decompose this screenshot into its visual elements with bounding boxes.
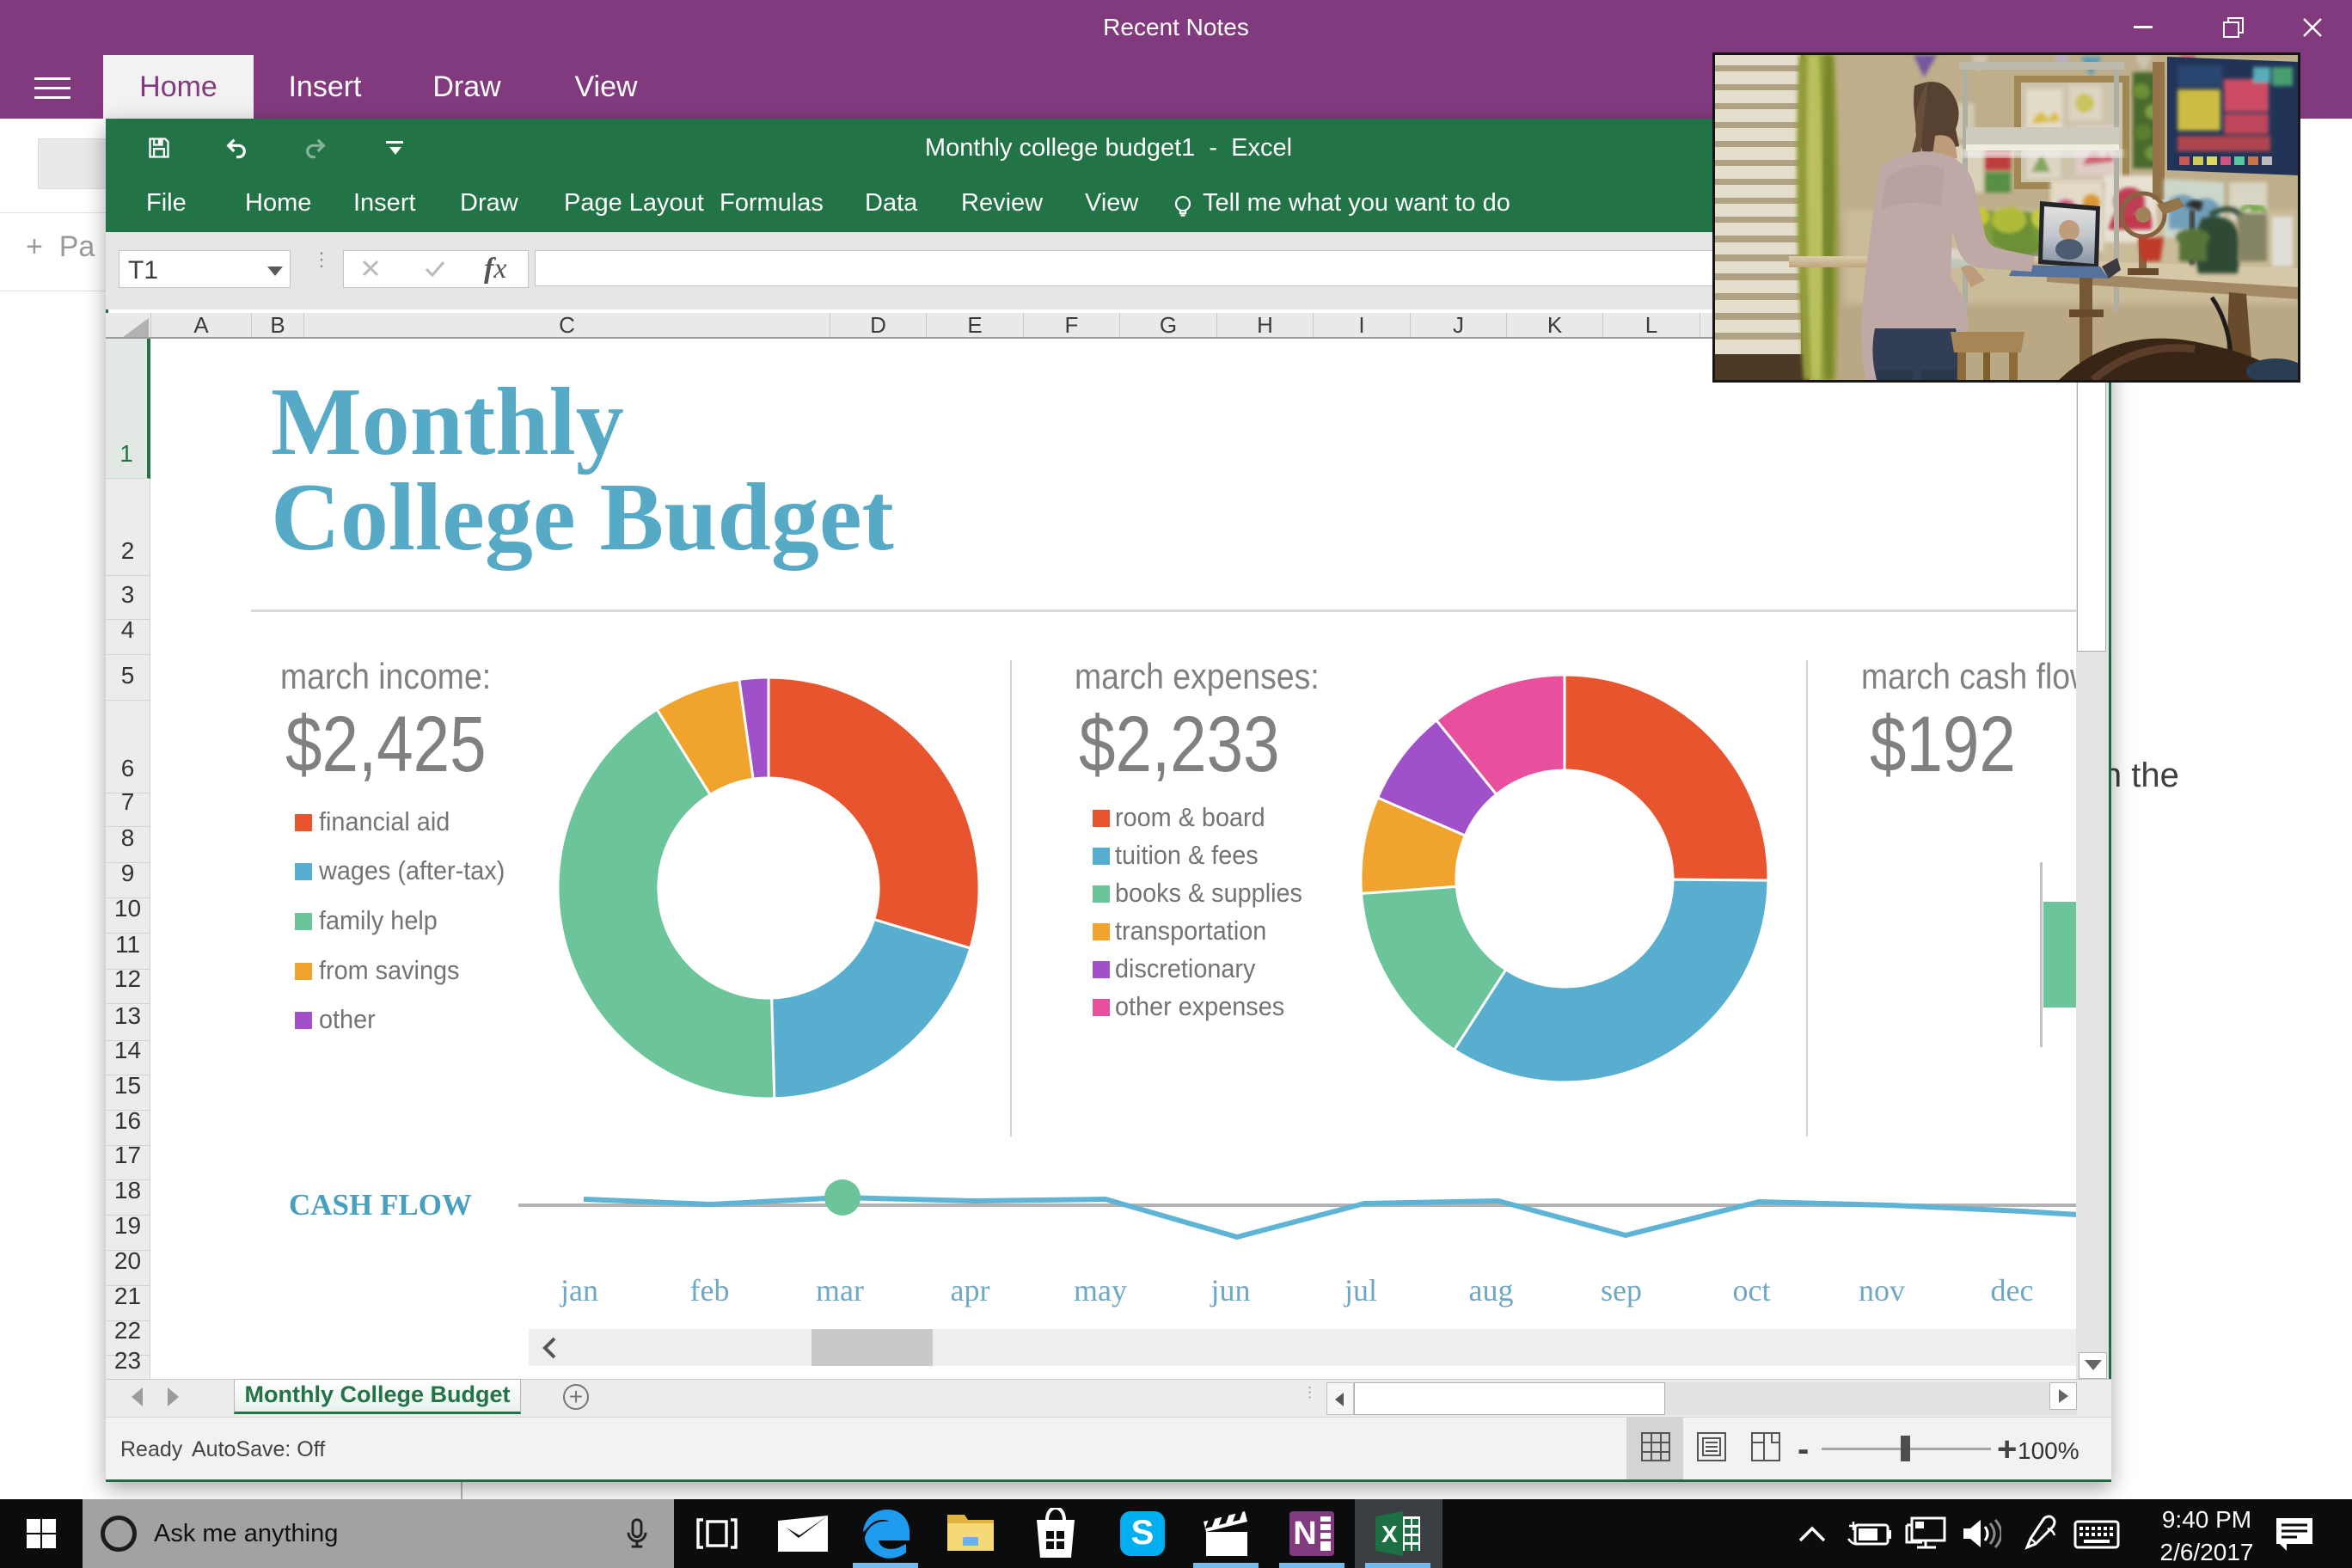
svg-text:X: X: [1381, 1521, 1398, 1547]
